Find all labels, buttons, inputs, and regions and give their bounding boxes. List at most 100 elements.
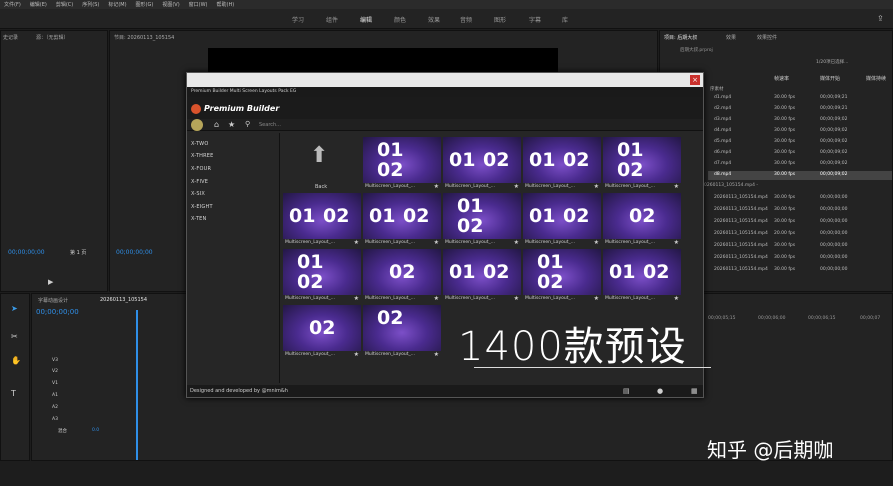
favorite-star-icon[interactable]: ★ bbox=[674, 183, 679, 190]
hand-tool-icon[interactable]: ✋ bbox=[11, 356, 21, 365]
effects-tab[interactable]: 效果 bbox=[726, 34, 736, 41]
menu-window[interactable]: 窗口(W) bbox=[189, 1, 208, 8]
seq-clip-row[interactable]: 20260113_105154.mp4 bbox=[714, 207, 768, 212]
selection-tool-icon[interactable]: ➤ bbox=[11, 304, 18, 313]
clip-row[interactable]: d4.mp4 bbox=[714, 128, 731, 133]
layout-thumbnail[interactable]: 01 02 Multiscreen_Layout_... ★ bbox=[603, 249, 681, 305]
layout-thumbnail[interactable]: 01 02 Multiscreen_Layout_... ★ bbox=[603, 137, 681, 193]
program-title[interactable]: 节目: 20260113_105154 bbox=[114, 34, 174, 41]
menu-marker[interactable]: 标记(M) bbox=[108, 1, 126, 8]
workspace-audio[interactable]: 音频 bbox=[460, 15, 472, 24]
layout-thumbnail[interactable]: 02 Multiscreen_Layout_... ★ bbox=[283, 305, 361, 361]
dialog-close-button[interactable]: × bbox=[690, 75, 700, 85]
timeline-timecode[interactable]: 00;00;00;00 bbox=[36, 308, 79, 316]
grid-view-icon[interactable]: ▦ bbox=[691, 385, 698, 397]
menu-help[interactable]: 帮助(H) bbox=[217, 1, 235, 8]
favorite-star-icon[interactable]: ★ bbox=[514, 295, 519, 302]
category-x-five[interactable]: X-FIVE bbox=[191, 179, 208, 185]
favorite-star-icon[interactable]: ★ bbox=[354, 351, 359, 358]
playhead[interactable] bbox=[136, 310, 138, 460]
category-x-eight[interactable]: X-EIGHT bbox=[191, 204, 213, 210]
seq-clip-row[interactable]: 20260113_105154.mp4 bbox=[714, 243, 768, 248]
layout-thumbnail[interactable]: 01 02 Multiscreen_Layout_... ★ bbox=[443, 193, 521, 249]
share-icon[interactable]: ⇪ bbox=[877, 14, 884, 23]
layout-thumbnail[interactable]: 01 02 Multiscreen_Layout_... ★ bbox=[523, 249, 601, 305]
favorite-star-icon[interactable]: ★ bbox=[674, 239, 679, 246]
layout-thumbnail[interactable]: 01 02 Multiscreen_Layout_... ★ bbox=[363, 137, 441, 193]
favorite-star-icon[interactable]: ★ bbox=[594, 183, 599, 190]
clip-row[interactable]: d6.mp4 bbox=[714, 150, 731, 155]
menu-graphics[interactable]: 图形(G) bbox=[136, 1, 154, 8]
seq-clip-row[interactable]: 20260113_105154.mp4 bbox=[714, 195, 768, 200]
favorite-star-icon[interactable]: ★ bbox=[514, 183, 519, 190]
workspace-editing[interactable]: 编辑 bbox=[360, 15, 372, 24]
seq-clip-row[interactable]: 20260113_105154.mp4 bbox=[714, 255, 768, 260]
source-tab[interactable]: 源：（无剪辑） bbox=[36, 34, 69, 41]
home-icon[interactable]: ⌂ bbox=[214, 120, 219, 129]
menu-file[interactable]: 文件(F) bbox=[4, 1, 21, 8]
workspace-graphics[interactable]: 图形 bbox=[494, 15, 506, 24]
layout-thumbnail[interactable]: 01 02 Multiscreen_Layout_... ★ bbox=[523, 193, 601, 249]
list-view-icon[interactable]: ▤ bbox=[623, 385, 630, 397]
layout-thumbnail[interactable]: 01 02 Multiscreen_Layout_... ★ bbox=[523, 137, 601, 193]
effect-controls-tab[interactable]: 效果控件 bbox=[757, 34, 777, 41]
menu-clip[interactable]: 剪辑(C) bbox=[56, 1, 73, 8]
workspace-assembly[interactable]: 组件 bbox=[326, 15, 338, 24]
clip-row-selected[interactable]: d8.mp4 bbox=[714, 172, 731, 177]
track-label[interactable]: A1 bbox=[52, 393, 58, 398]
favorite-star-icon[interactable]: ★ bbox=[594, 239, 599, 246]
source-timecode[interactable]: 00;00;00;00 bbox=[8, 249, 45, 256]
layout-thumbnail[interactable]: 01 02 Multiscreen_Layout_... ★ bbox=[363, 193, 441, 249]
col-fps[interactable]: 帧速率 bbox=[774, 75, 789, 82]
layout-thumbnail[interactable]: 01 02 Multiscreen_Layout_... ★ bbox=[283, 249, 361, 305]
category-x-ten[interactable]: X-TEN bbox=[191, 216, 206, 222]
track-label[interactable]: V2 bbox=[52, 369, 58, 374]
favorite-star-icon[interactable]: ★ bbox=[434, 351, 439, 358]
favorite-star-icon[interactable]: ★ bbox=[514, 239, 519, 246]
favorites-star-icon[interactable]: ★ bbox=[228, 120, 235, 129]
favorite-star-icon[interactable]: ★ bbox=[594, 295, 599, 302]
favorite-star-icon[interactable]: ★ bbox=[674, 295, 679, 302]
track-label[interactable]: V3 bbox=[52, 358, 58, 363]
layout-thumbnail[interactable]: 01 02 Multiscreen_Layout_... ★ bbox=[283, 193, 361, 249]
track-label[interactable]: A2 bbox=[52, 405, 58, 410]
type-tool-icon[interactable]: T bbox=[11, 389, 16, 398]
track-label[interactable]: A3 bbox=[52, 417, 58, 422]
seq-clip-row[interactable]: 20260113_105154.mp4 bbox=[714, 267, 768, 272]
back-button[interactable]: ⬆ Back bbox=[283, 137, 361, 193]
clip-row[interactable]: d3.mp4 bbox=[714, 117, 731, 122]
favorite-star-icon[interactable]: ★ bbox=[434, 183, 439, 190]
workspace-effects[interactable]: 效果 bbox=[428, 15, 440, 24]
track-label[interactable]: V1 bbox=[52, 381, 58, 386]
clip-row[interactable]: d5.mp4 bbox=[714, 139, 731, 144]
search-icon[interactable]: ⚲ bbox=[245, 120, 250, 128]
category-x-two[interactable]: X-TWO bbox=[191, 141, 208, 147]
size-slider-handle[interactable]: ● bbox=[657, 385, 663, 397]
clip-row[interactable]: d2.mp4 bbox=[714, 106, 731, 111]
category-x-three[interactable]: X-THREE bbox=[191, 153, 214, 159]
sequence-bin[interactable]: 0260113_105154.mp4 - bbox=[704, 183, 758, 188]
favorite-star-icon[interactable]: ★ bbox=[354, 239, 359, 246]
col-media-duration[interactable]: 媒体持续 bbox=[866, 75, 886, 82]
menu-view[interactable]: 视图(V) bbox=[162, 1, 179, 8]
timeline-tab-1[interactable]: 字幕动画设计 bbox=[38, 297, 68, 304]
layout-thumbnail[interactable]: 02 Multiscreen_Layout_... ★ bbox=[603, 193, 681, 249]
workspace-libraries[interactable]: 库 bbox=[562, 15, 568, 24]
category-x-six[interactable]: X-SIX bbox=[191, 191, 205, 197]
favorite-star-icon[interactable]: ★ bbox=[434, 239, 439, 246]
play-icon[interactable]: ▶ bbox=[48, 278, 53, 286]
history-tab[interactable]: 史记录 bbox=[3, 34, 18, 41]
layout-thumbnail[interactable]: 01 02 Multiscreen_Layout_... ★ bbox=[443, 249, 521, 305]
menu-sequence[interactable]: 序列(S) bbox=[82, 1, 99, 8]
search-input[interactable]: Search... bbox=[259, 122, 281, 128]
razor-tool-icon[interactable]: ✂ bbox=[11, 332, 18, 341]
workspace-learn[interactable]: 学习 bbox=[292, 15, 304, 24]
workspace-captions[interactable]: 字幕 bbox=[529, 15, 541, 24]
clip-row[interactable]: d1.mp4 bbox=[714, 95, 731, 100]
favorite-star-icon[interactable]: ★ bbox=[354, 295, 359, 302]
clip-row[interactable]: d7.mp4 bbox=[714, 161, 731, 166]
bin-label[interactable]: 序素材 bbox=[710, 86, 724, 92]
category-x-four[interactable]: X-FOUR bbox=[191, 166, 211, 172]
timeline-tab-2[interactable]: 20260113_105154 bbox=[100, 297, 147, 303]
layout-thumbnail[interactable]: 02 Multiscreen_Layout_... ★ bbox=[363, 305, 441, 361]
